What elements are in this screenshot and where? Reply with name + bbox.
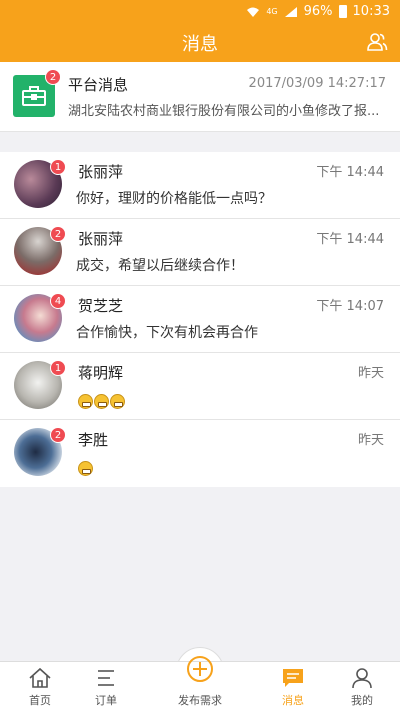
plus-circle-icon [187,656,213,682]
tab-publish[interactable]: 发布需求 [160,656,240,711]
message-time: 昨天 [357,433,384,448]
unread-badge: 4 [50,293,66,309]
conversation-item[interactable]: 2 张丽萍 下午 14:44 成交，希望以后继续合作！ [0,219,400,286]
message-preview: 合作愉快，下次有机会再合作 [76,325,258,341]
contact-name: 张丽萍 [78,163,124,181]
contact-name: 张丽萍 [78,230,124,248]
grin-emoji-icon [78,461,93,476]
tab-label: 消息 [282,694,304,707]
unread-badge: 2 [50,226,66,242]
conversation-item[interactable]: 2 李胜 昨天 [0,420,400,487]
tab-label: 我的 [351,694,373,707]
platform-icon-box: 2 [13,69,61,117]
message-preview: 成交，希望以后继续合作！ [76,258,244,274]
battery-percent: 96% [303,4,333,19]
conversation-list: 1 张丽萍 下午 14:44 你好，理财的价格能低一点吗？ 2 张丽萍 下午 1… [0,152,400,487]
conversation-item[interactable]: 1 蒋明辉 昨天 [0,353,400,420]
conversation-item[interactable]: 1 张丽萍 下午 14:44 你好，理财的价格能低一点吗？ [0,152,400,219]
tab-label: 发布需求 [178,694,222,707]
clock: 10:33 [352,4,390,19]
page-title: 消息 [182,34,218,55]
person-icon [352,668,372,689]
signal-icon [284,6,298,18]
message-time: 下午 14:07 [316,299,384,314]
list-icon [98,670,114,686]
home-icon [29,667,51,688]
tab-bar: 首页 订单 发布需求 消息 我的 [0,656,400,711]
message-icon [283,669,303,687]
message-preview: 你好，理财的价格能低一点吗？ [76,191,272,207]
message-time: 昨天 [357,366,384,381]
conversation-item[interactable]: 4 贺芝芝 下午 14:07 合作愉快，下次有机会再合作 [0,286,400,353]
wifi-icon [246,6,260,18]
unread-badge: 2 [45,69,61,85]
platform-message-time: 2017/03/09 14:27:17 [248,76,386,91]
platform-message-item[interactable]: 2 平台消息 2017/03/09 14:27:17 湖北安陆农村商业银行股份有… [0,62,400,132]
tab-label: 订单 [95,694,117,707]
grin-emoji-icon [110,394,125,409]
unread-badge: 1 [50,159,66,175]
grin-emoji-icon [94,394,109,409]
platform-message-preview: 湖北安陆农村商业银行股份有限公司的小鱼修改了报... [68,104,380,119]
tab-messages[interactable]: 消息 [253,662,333,711]
battery-icon [338,5,347,18]
message-time: 下午 14:44 [316,165,384,180]
status-bar: 4G 96% 10:33 [0,0,400,24]
contact-name: 蒋明辉 [78,364,124,382]
header-bar: 消息 [0,24,400,62]
network-type: 4G [266,7,278,16]
message-preview [78,391,126,410]
contacts-icon[interactable] [366,31,388,53]
tab-orders[interactable]: 订单 [66,662,146,711]
tab-me[interactable]: 我的 [322,662,400,711]
grin-emoji-icon [78,394,93,409]
briefcase-icon [22,86,46,106]
unread-badge: 1 [50,360,66,376]
contact-name: 李胜 [78,431,109,449]
message-preview [78,458,94,477]
platform-message-title: 平台消息 [68,76,129,94]
contact-name: 贺芝芝 [78,297,124,315]
unread-badge: 2 [50,427,66,443]
message-time: 下午 14:44 [316,232,384,247]
